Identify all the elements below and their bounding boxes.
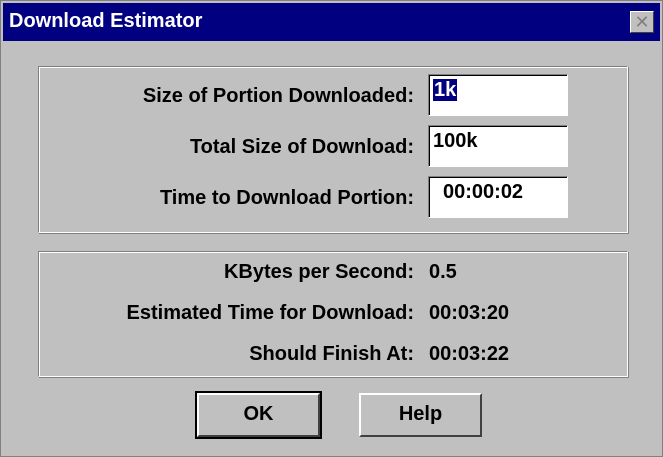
finish-at-value: 00:03:22 xyxy=(429,343,510,365)
help-button[interactable]: Help xyxy=(359,393,482,437)
close-button[interactable]: ✕ xyxy=(630,11,654,33)
download-estimator-dialog: Download Estimator ✕ Size of Portion Dow… xyxy=(0,0,663,457)
kbps-label: KBytes per Second: xyxy=(223,261,414,283)
help-button-label: Help xyxy=(398,403,443,425)
total-size-value: 100k xyxy=(433,130,478,152)
portion-size-input[interactable]: 1k xyxy=(428,74,568,116)
estimated-time-value: 00:03:20 xyxy=(429,302,510,324)
portion-time-label: Time to Download Portion: xyxy=(159,187,414,209)
estimated-time-label: Estimated Time for Download: xyxy=(126,302,414,324)
close-icon: ✕ xyxy=(634,12,650,32)
finish-at-label: Should Finish At: xyxy=(249,343,414,365)
kbps-value: 0.5 xyxy=(429,261,457,283)
portion-time-value: 00:00:02 xyxy=(443,181,524,203)
total-size-label: Total Size of Download: xyxy=(189,136,414,158)
total-size-input[interactable]: 100k xyxy=(428,125,568,167)
portion-size-label: Size of Portion Downloaded: xyxy=(142,85,414,107)
ok-button[interactable]: OK xyxy=(195,391,322,439)
portion-size-value: 1k xyxy=(433,79,458,101)
portion-time-input[interactable]: 00:00:02 xyxy=(428,176,568,218)
window-title: Download Estimator xyxy=(9,10,203,32)
title-bar[interactable]: Download Estimator ✕ xyxy=(3,3,660,41)
ok-button-label: OK xyxy=(243,403,274,425)
